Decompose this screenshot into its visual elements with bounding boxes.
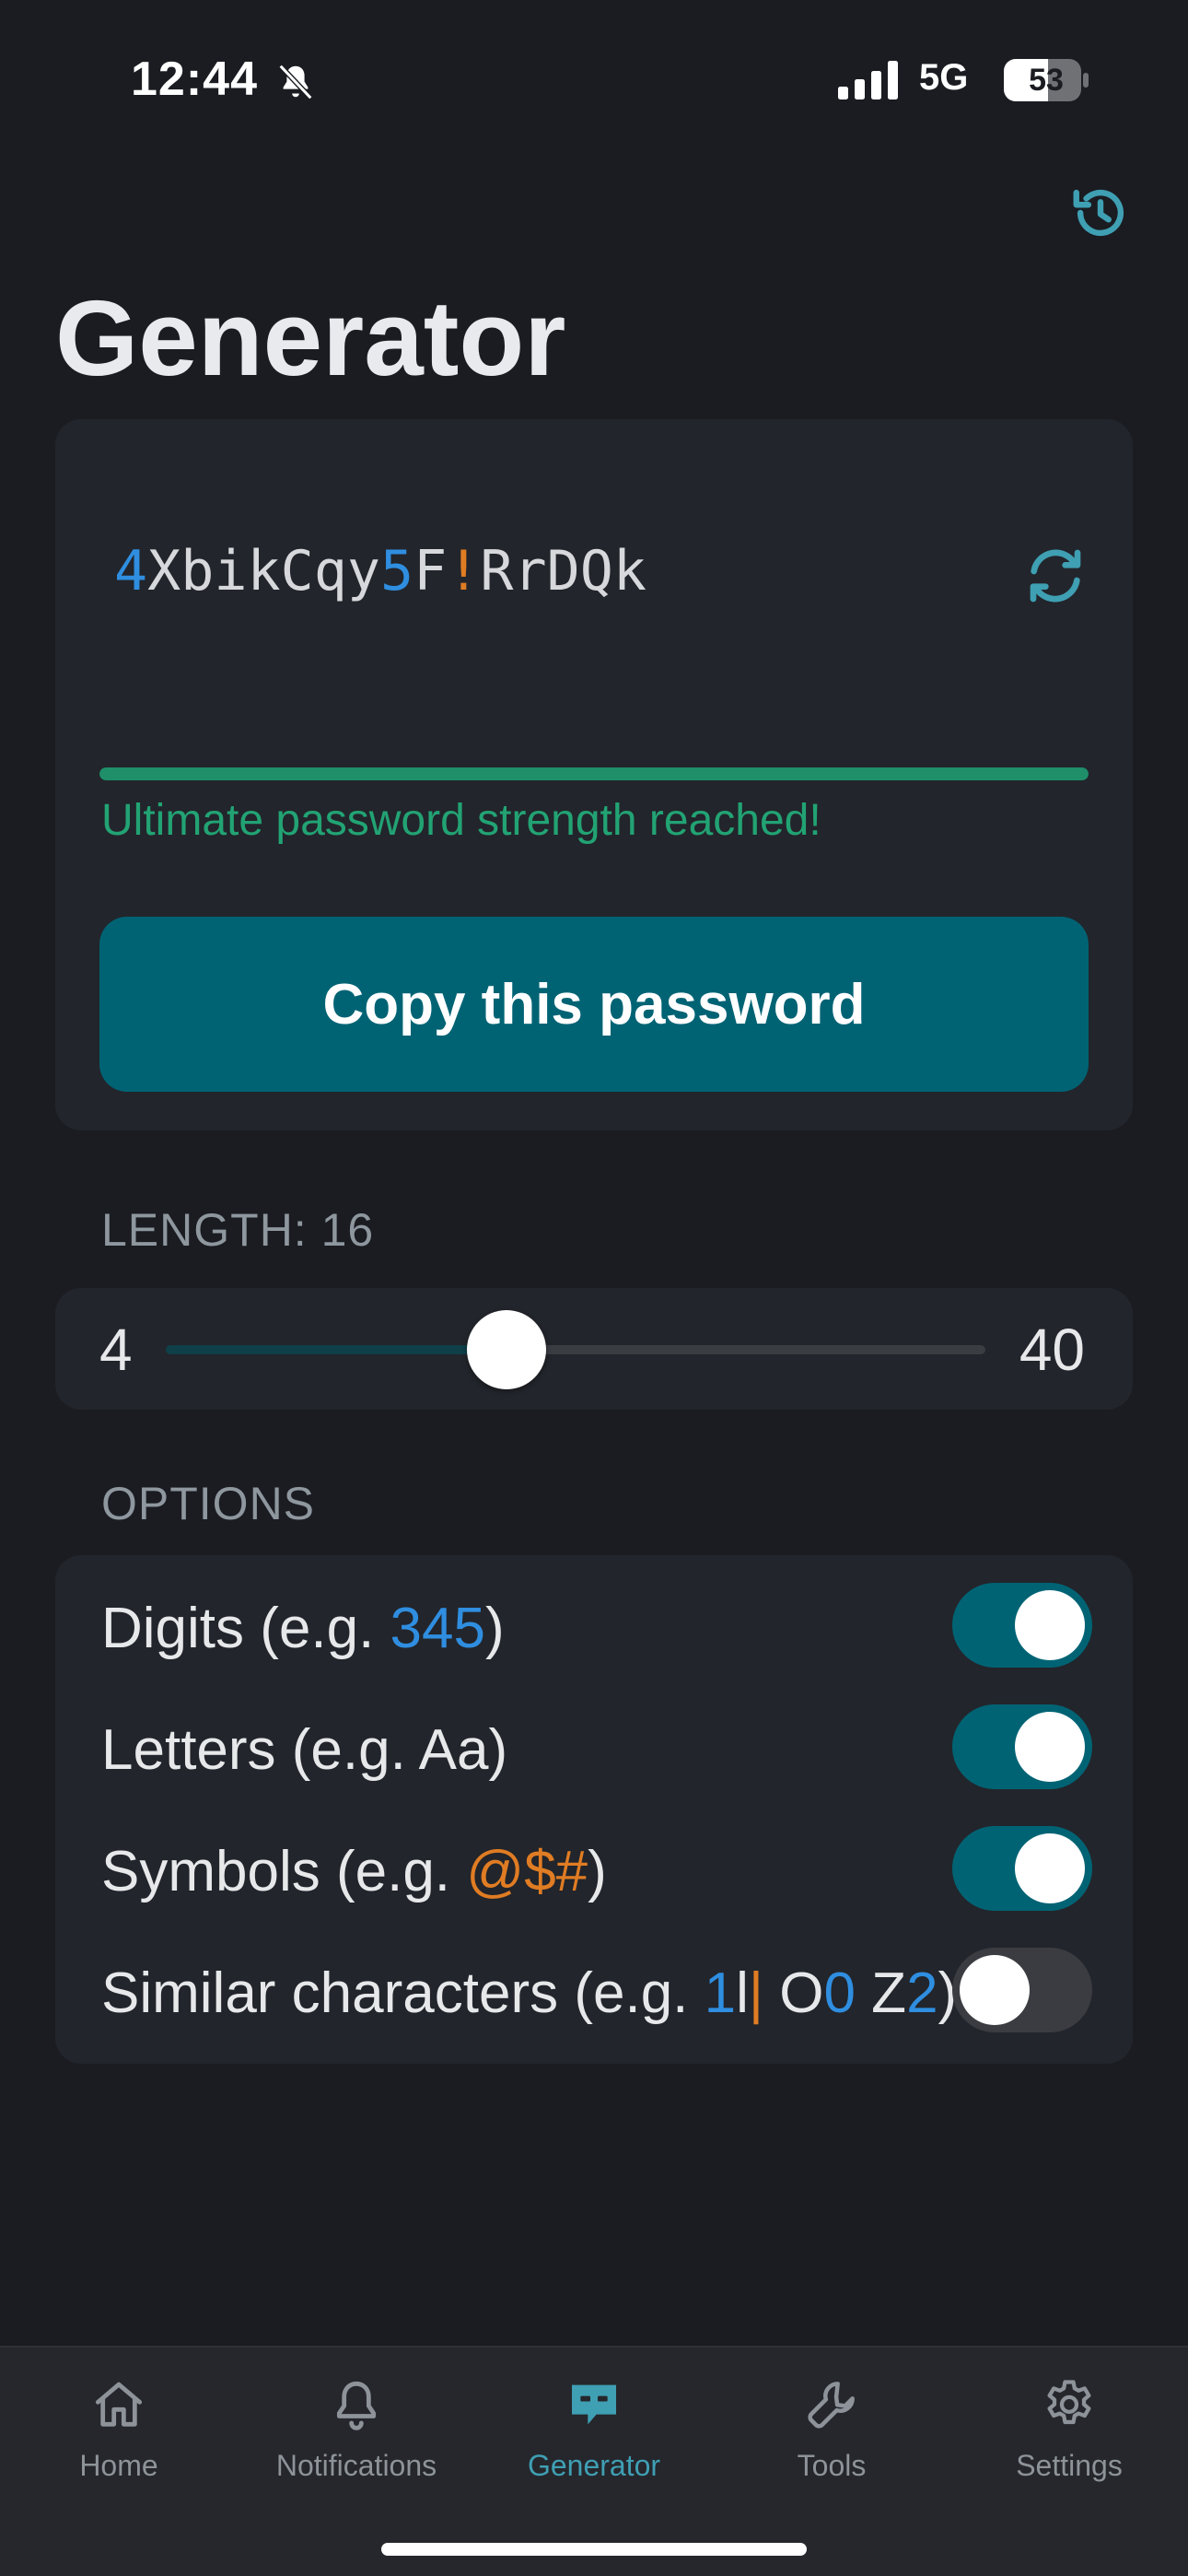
gear-icon (1047, 2380, 1091, 2425)
option-row-symbols: Symbols (e.g. @$#) (55, 1808, 1133, 1929)
password-char: ! (447, 539, 481, 603)
length-min-label: 4 (99, 1317, 133, 1383)
length-card: 4 40 (55, 1288, 1133, 1410)
option-label-segment: Letters (e.g. Aa) (101, 1718, 508, 1782)
option-label-segment: Z (855, 1961, 907, 2025)
length-label: LENGTH: 16 (101, 1204, 375, 1256)
options-label: OPTIONS (101, 1478, 316, 1529)
tab-label: Tools (797, 2449, 867, 2482)
password-char: 4 (114, 539, 148, 603)
tab-notifications[interactable]: Notifications (238, 2348, 475, 2495)
toggle-digits[interactable] (952, 1583, 1092, 1668)
password-char: r (513, 539, 547, 603)
password-char: i (214, 539, 248, 603)
length-slider-thumb[interactable] (467, 1310, 547, 1389)
password-char: y (346, 539, 380, 603)
strength-message: Ultimate password strength reached! (101, 796, 821, 845)
password-card: 4XbikCqy5F!RrDQk Ultimate password stren… (55, 419, 1133, 1130)
bell-muted-icon (278, 64, 313, 100)
tab-label: Settings (1016, 2449, 1123, 2482)
option-row-digits: Digits (e.g. 345) (55, 1564, 1133, 1686)
password-char: D (546, 539, 580, 603)
option-label-segment: Similar characters (e.g. (101, 1961, 705, 2025)
option-label-segment: O (763, 1961, 824, 2025)
toggle-knob (960, 1955, 1030, 2025)
tab-generator[interactable]: Generator (475, 2348, 713, 2495)
battery-level: 53 (1029, 63, 1064, 98)
password-char: Q (579, 539, 613, 603)
password-char: b (181, 539, 215, 603)
toggle-symbols[interactable] (952, 1826, 1092, 1911)
option-label-digits: Digits (e.g. 345) (101, 1596, 505, 1661)
option-label-segment: @$# (466, 1840, 588, 1903)
option-label-segment: ) (588, 1840, 607, 1903)
option-label-segment: Digits (e.g. (101, 1597, 390, 1660)
tab-label: Generator (527, 2449, 661, 2482)
status-bar: 12:44 5G 53 (0, 0, 1188, 157)
history-icon[interactable] (1068, 181, 1133, 245)
strength-meter-fill (99, 767, 1089, 780)
password-char: k (247, 539, 281, 603)
option-label-segment: 2 (906, 1961, 938, 2025)
option-label-segment: 0 (823, 1961, 856, 2025)
option-label-segment: l (736, 1961, 749, 2025)
toggle-letters[interactable] (952, 1704, 1092, 1789)
option-label-segment: 1 (704, 1961, 737, 2025)
tab-label: Notifications (275, 2449, 437, 2482)
copy-password-button[interactable]: Copy this password (99, 917, 1089, 1092)
option-label-segment: 345 (390, 1597, 485, 1660)
option-label-similar: Similar characters (e.g. 1l| O0 Z2) (101, 1961, 957, 2026)
cellular-signal-icon (838, 61, 898, 100)
toggle-similar[interactable] (952, 1948, 1092, 2032)
option-label-segment: | (748, 1961, 764, 2025)
page-title: Generator (55, 278, 566, 398)
tab-bar: Home Notifications Generator Tools Setti… (0, 2346, 1188, 2576)
password-char: 5 (380, 539, 414, 603)
option-row-similar: Similar characters (e.g. 1l| O0 Z2) (55, 1929, 1133, 2051)
option-label-symbols: Symbols (e.g. @$#) (101, 1839, 607, 1904)
toggle-knob (1015, 1712, 1085, 1782)
network-type: 5G (919, 57, 969, 98)
wrench-icon (808, 2382, 855, 2429)
tab-settings[interactable]: Settings (950, 2348, 1188, 2495)
password-char: X (147, 539, 181, 603)
password-char: q (313, 539, 347, 603)
length-slider-fill (166, 1345, 507, 1354)
option-label-segment: Symbols (e.g. (101, 1840, 467, 1903)
home-indicator[interactable] (381, 2543, 807, 2556)
status-time: 12:44 (131, 53, 258, 106)
length-slider[interactable] (166, 1310, 985, 1389)
regenerate-icon[interactable] (1019, 539, 1092, 613)
tab-home[interactable]: Home (0, 2348, 238, 2495)
option-row-letters: Letters (e.g. Aa) (55, 1686, 1133, 1808)
toggle-knob (1015, 1590, 1085, 1660)
bell-icon (336, 2381, 377, 2430)
password-char: k (612, 539, 646, 603)
password-char: C (280, 539, 314, 603)
strength-meter (99, 767, 1089, 780)
password-char: F (413, 539, 448, 603)
toggle-knob (1015, 1833, 1085, 1903)
tab-label: Home (79, 2449, 158, 2482)
length-max-label: 40 (1019, 1317, 1085, 1383)
generated-password[interactable]: 4XbikCqy5F!RrDQk (114, 539, 646, 603)
house-icon (95, 2382, 143, 2427)
option-label-letters: Letters (e.g. Aa) (101, 1717, 507, 1783)
option-label-segment: ) (485, 1597, 505, 1660)
password-char: R (480, 539, 514, 603)
generator-screen: 12:44 5G 53 Generator 4XbikCqy5F!RrDQk U… (0, 0, 1188, 2576)
chat-dots-icon (572, 2384, 616, 2425)
options-card: Digits (e.g. 345) Letters (e.g. Aa) Symbol… (55, 1555, 1133, 2064)
tab-tools[interactable]: Tools (713, 2348, 950, 2495)
